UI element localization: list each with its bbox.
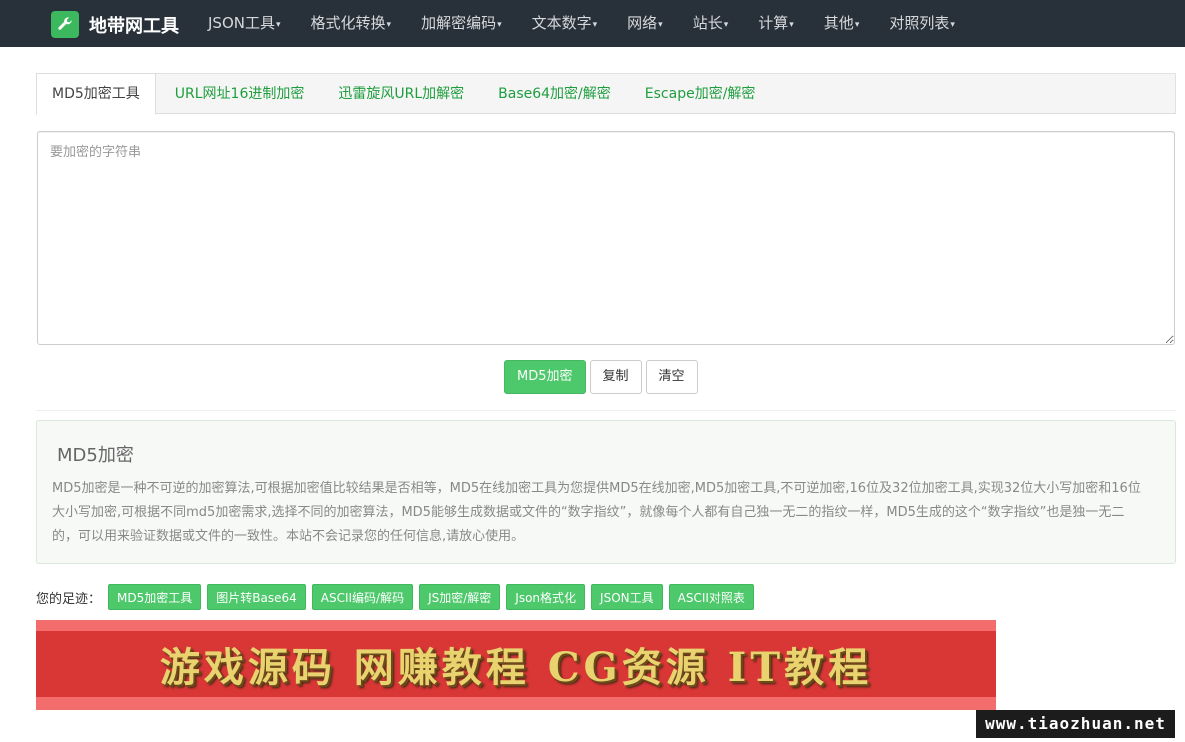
caret-down-icon: ▾ [275, 20, 281, 30]
info-title: MD5加密 [57, 445, 134, 466]
nav-item-format-convert[interactable]: 格式化转换▾ [296, 0, 407, 47]
caret-down-icon: ▾ [950, 20, 955, 30]
ad-banner[interactable]: 游戏源码 网赚教程 CG资源 IT教程 [36, 620, 996, 710]
caret-down-icon: ▾ [592, 20, 598, 30]
footprint-bar: 您的足迹： MD5加密工具 图片转Base64 ASCII编码/解码 JS加密/… [36, 584, 760, 610]
watermark: www.tiaozhuan.net [976, 710, 1175, 738]
nav-item-webmaster[interactable]: 站长▾ [678, 0, 744, 47]
md5-encrypt-button[interactable]: MD5加密 [504, 360, 586, 394]
caret-down-icon: ▾ [789, 20, 794, 30]
footprint-tag[interactable]: ASCII对照表 [668, 584, 754, 610]
nav-item-network[interactable]: 网络▾ [612, 0, 678, 47]
tab-escape[interactable]: Escape加密/解密 [630, 74, 771, 114]
nav-menu: JSON工具▾ 格式化转换▾ 加解密编码▾ 文本数字▾ 网络▾ 站长▾ 计算▾ … [193, 0, 970, 47]
nav-item-json-tools[interactable]: JSON工具▾ [193, 0, 296, 47]
caret-down-icon: ▾ [854, 20, 860, 30]
input-string-field[interactable] [37, 131, 1175, 345]
caret-down-icon: ▾ [723, 20, 729, 30]
ad-banner-text: 游戏源码 网赚教程 CG资源 IT教程 [159, 644, 873, 691]
top-navbar: 地带网工具 JSON工具▾ 格式化转换▾ 加解密编码▾ 文本数字▾ 网络▾ 站长… [0, 0, 1185, 47]
tab-md5[interactable]: MD5加密工具 [36, 73, 156, 115]
nav-item-label: 加解密编码 [421, 14, 497, 32]
footprint-tag[interactable]: JSON工具 [591, 584, 663, 610]
footprint-tag[interactable]: ASCII编码/解码 [311, 584, 414, 610]
footprint-tag[interactable]: Json格式化 [506, 584, 586, 610]
brand-name: 地带网工具 [89, 15, 179, 37]
nav-item-other[interactable]: 其他▾ [809, 0, 875, 47]
clear-button[interactable]: 清空 [645, 360, 698, 394]
nav-item-label: JSON工具 [208, 14, 275, 32]
footprint-label: 您的足迹： [36, 591, 102, 607]
nav-item-encrypt-encode[interactable]: 加解密编码▾ [406, 0, 517, 47]
caret-down-icon: ▾ [497, 20, 502, 30]
info-panel: MD5加密 MD5加密是一种不可逆的加密算法,可根据加密值比较结果是否相等，MD… [36, 420, 1176, 564]
nav-item-label: 对照列表 [889, 14, 950, 32]
ad-banner-inner: 游戏源码 网赚教程 CG资源 IT教程 [36, 631, 996, 697]
nav-item-calculate[interactable]: 计算▾ [743, 0, 809, 47]
nav-item-text-number[interactable]: 文本数字▾ [517, 0, 613, 47]
tab-thunder-url[interactable]: 迅雷旋风URL加解密 [323, 74, 479, 114]
brand[interactable]: 地带网工具 [51, 11, 179, 38]
footprint-tag[interactable]: JS加密/解密 [419, 584, 501, 610]
nav-item-label: 网络 [627, 14, 658, 32]
nav-item-label: 计算 [758, 14, 789, 32]
info-description: MD5加密是一种不可逆的加密算法,可根据加密值比较结果是否相等，MD5在线加密工… [52, 481, 1141, 544]
nav-item-label: 格式化转换 [310, 14, 386, 32]
action-buttons: MD5加密 复制 清空 [504, 360, 702, 394]
nav-item-label: 文本数字 [531, 14, 592, 32]
caret-down-icon: ▾ [386, 20, 392, 30]
tab-url-hex[interactable]: URL网址16进制加密 [160, 74, 320, 114]
tab-base64[interactable]: Base64加密/解密 [483, 74, 626, 114]
caret-down-icon: ▾ [658, 20, 663, 30]
footprint-tag[interactable]: MD5加密工具 [108, 584, 202, 610]
divider [36, 410, 1176, 411]
footprint-tag[interactable]: 图片转Base64 [207, 584, 306, 610]
tool-tabs: MD5加密工具 URL网址16进制加密 迅雷旋风URL加解密 Base64加密/… [36, 73, 1176, 115]
nav-item-reference-lists[interactable]: 对照列表▾ [874, 0, 970, 47]
nav-item-label: 站长 [692, 14, 723, 32]
nav-item-label: 其他 [823, 14, 854, 32]
copy-button[interactable]: 复制 [589, 360, 642, 394]
wrench-icon [51, 11, 79, 38]
